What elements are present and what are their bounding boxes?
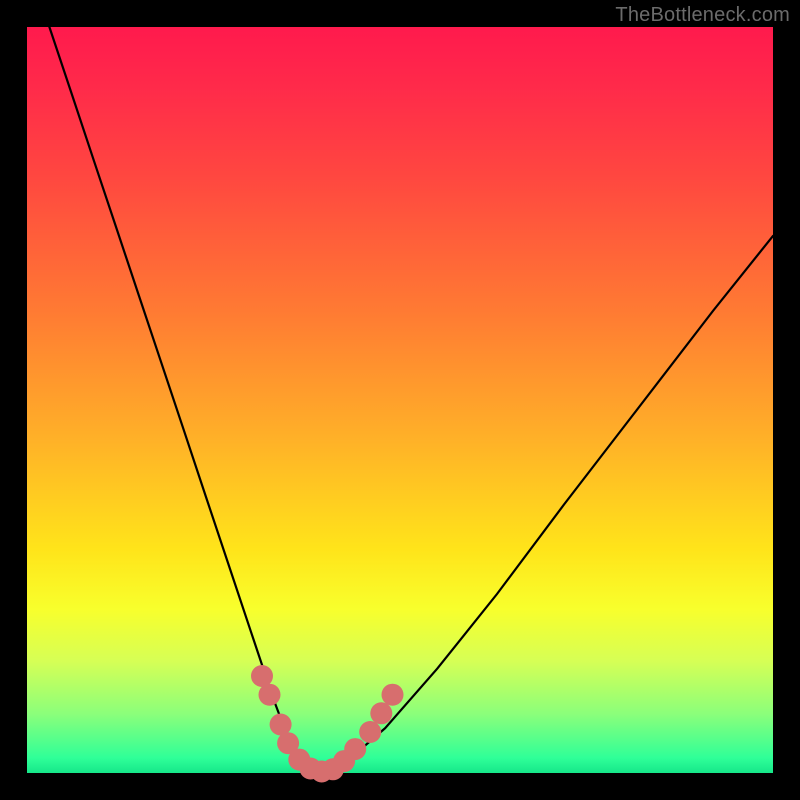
- bottleneck-curve: [49, 27, 773, 773]
- highlight-dot: [251, 665, 273, 687]
- highlight-dot: [259, 684, 281, 706]
- chart-plot-area: [27, 27, 773, 773]
- highlight-dot: [382, 684, 404, 706]
- watermark-label: TheBottleneck.com: [615, 4, 790, 27]
- highlight-dot: [344, 738, 366, 760]
- chart-frame: TheBottleneck.com: [0, 0, 800, 800]
- highlight-dot: [270, 714, 292, 736]
- chart-svg: [27, 27, 773, 773]
- highlight-dots: [251, 665, 404, 783]
- highlight-dot: [370, 702, 392, 724]
- highlight-dot: [359, 721, 381, 743]
